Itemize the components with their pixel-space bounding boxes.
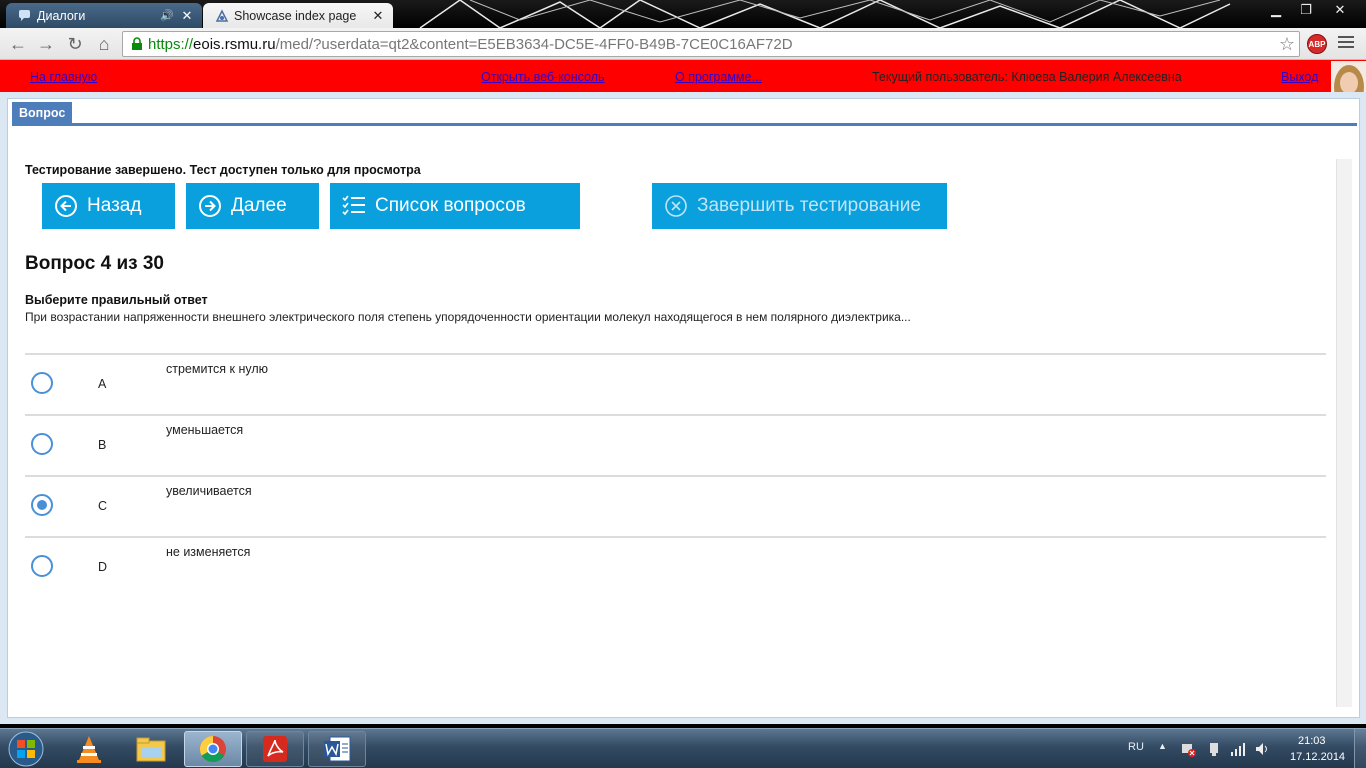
- bookmark-star-icon[interactable]: ☆: [1279, 34, 1295, 55]
- option-text: стремится к нулю: [166, 362, 269, 376]
- option-letter: C: [98, 499, 108, 513]
- option-text: не изменяется: [166, 545, 251, 559]
- close-window-icon[interactable]: ✕: [1326, 1, 1354, 19]
- back-arrow-icon[interactable]: ←: [6, 32, 30, 56]
- panel-divider: [12, 123, 1357, 126]
- taskbar-word[interactable]: [308, 731, 366, 767]
- windows-logo-icon: [8, 731, 44, 767]
- taskbar-vlc[interactable]: [60, 731, 118, 767]
- question-instruction: Выберите правильный ответ: [25, 293, 208, 307]
- vertical-scrollbar[interactable]: [1336, 159, 1352, 707]
- chat-icon: [18, 9, 31, 22]
- browser-menu-icon[interactable]: [1338, 36, 1354, 50]
- option-letter: A: [98, 377, 107, 391]
- home-link[interactable]: На главную: [30, 70, 97, 84]
- answer-option-d[interactable]: D не изменяется: [25, 536, 1326, 597]
- question-text: При возрастании напряженности внешнего э…: [25, 310, 911, 324]
- test-status-message: Тестирование завершено. Тест доступен то…: [25, 163, 421, 177]
- taskbar-explorer[interactable]: [122, 731, 180, 767]
- answer-option-b[interactable]: B уменьшается: [25, 414, 1326, 475]
- power-plug-icon[interactable]: [1206, 741, 1222, 757]
- taskbar-chrome[interactable]: [184, 731, 242, 767]
- clock-time[interactable]: 21:03: [1298, 735, 1326, 747]
- word-icon: [324, 736, 351, 762]
- radio-button[interactable]: [31, 555, 53, 577]
- arrow-left-circle-icon: [55, 195, 77, 217]
- browser-toolbar: ← → ↻ ⌂ https://eois.rsmu.ru/med/?userda…: [0, 28, 1366, 60]
- folder-icon: [136, 737, 166, 762]
- current-user: Текущий пользователь: Клюева Валерия Але…: [872, 70, 1182, 84]
- arrow-right-circle-icon: [199, 195, 221, 217]
- finish-test-button-label: Завершить тестирование: [697, 195, 921, 216]
- answer-option-a[interactable]: A стремится к нулю: [25, 353, 1326, 414]
- option-letter: B: [98, 438, 107, 452]
- web-console-link[interactable]: Открыть веб-консоль: [481, 70, 605, 84]
- show-desktop-button[interactable]: [1354, 729, 1366, 768]
- close-circle-icon: [665, 195, 687, 217]
- next-button[interactable]: Далее: [186, 183, 319, 229]
- signal-bars-icon[interactable]: [1230, 741, 1246, 757]
- url-scheme: https://: [148, 35, 194, 53]
- logout-link[interactable]: Выход: [1281, 70, 1318, 84]
- app-header: На главную Открыть веб-консоль О програм…: [0, 60, 1366, 92]
- show-hidden-icons-icon[interactable]: ▲: [1158, 741, 1167, 751]
- question-list-button-label: Список вопросов: [375, 195, 526, 216]
- option-text: увеличивается: [166, 484, 252, 498]
- about-link[interactable]: О программе...: [675, 70, 762, 84]
- adblock-extension-icon[interactable]: ABP: [1307, 34, 1327, 54]
- page-favicon-icon: [215, 9, 229, 22]
- tab-title: Диалоги: [37, 8, 86, 23]
- vlc-cone-icon: [77, 736, 101, 763]
- windows-taskbar: RU ▲ 21:03 17.12.2014: [0, 728, 1366, 768]
- option-letter: D: [98, 560, 108, 574]
- url-text: https://eois.rsmu.ru/med/?userdata=qt2&c…: [148, 36, 793, 53]
- lock-icon: [126, 33, 148, 55]
- next-button-label: Далее: [231, 195, 287, 216]
- reload-icon[interactable]: ↻: [63, 32, 87, 56]
- panel-tab-question[interactable]: Вопрос: [12, 102, 73, 124]
- speaker-icon: 🔊: [160, 10, 174, 22]
- restore-icon[interactable]: ❐: [1292, 1, 1320, 19]
- checklist-icon: [342, 195, 365, 216]
- tab-title: Showcase index page: [234, 8, 357, 23]
- pdf-icon: [263, 736, 287, 762]
- url-host: eois.rsmu.ru: [193, 35, 276, 53]
- home-icon[interactable]: ⌂: [92, 32, 116, 56]
- radio-button[interactable]: [31, 433, 53, 455]
- tab-dialogs[interactable]: Диалоги 🔊 ✕: [6, 3, 202, 28]
- system-tray: RU ▲ 21:03 17.12.2014: [1120, 729, 1366, 768]
- browser-titlebar: Диалоги 🔊 ✕ Showcase index page ✕ ▁ ❐ ✕: [0, 0, 1366, 28]
- option-text: уменьшается: [166, 423, 244, 437]
- start-button[interactable]: [4, 730, 48, 768]
- address-bar[interactable]: https://eois.rsmu.ru/med/?userdata=qt2&c…: [122, 31, 1300, 57]
- language-indicator[interactable]: RU: [1128, 741, 1144, 753]
- volume-icon[interactable]: [1254, 741, 1270, 757]
- answer-option-c[interactable]: C увеличивается: [25, 475, 1326, 536]
- minimize-icon[interactable]: ▁: [1262, 1, 1290, 19]
- tab-close-icon[interactable]: ✕: [178, 8, 196, 24]
- chrome-icon: [199, 735, 226, 763]
- question-title: Вопрос 4 из 30: [25, 253, 164, 274]
- finish-test-button[interactable]: Завершить тестирование: [652, 183, 947, 229]
- radio-button[interactable]: [31, 494, 53, 516]
- back-button[interactable]: Назад: [42, 183, 175, 229]
- back-button-label: Назад: [87, 195, 142, 216]
- url-path: /med/?userdata=qt2&content=E5EB3634-DC5E…: [275, 35, 793, 53]
- clock-date[interactable]: 17.12.2014: [1290, 751, 1345, 763]
- tab-close-icon[interactable]: ✕: [369, 8, 387, 24]
- forward-arrow-icon[interactable]: →: [34, 32, 58, 56]
- radio-button[interactable]: [31, 372, 53, 394]
- network-error-icon[interactable]: [1180, 741, 1196, 757]
- taskbar-acrobat[interactable]: [246, 731, 304, 767]
- question-list-button[interactable]: Список вопросов: [330, 183, 580, 229]
- tab-showcase[interactable]: Showcase index page ✕: [203, 3, 393, 28]
